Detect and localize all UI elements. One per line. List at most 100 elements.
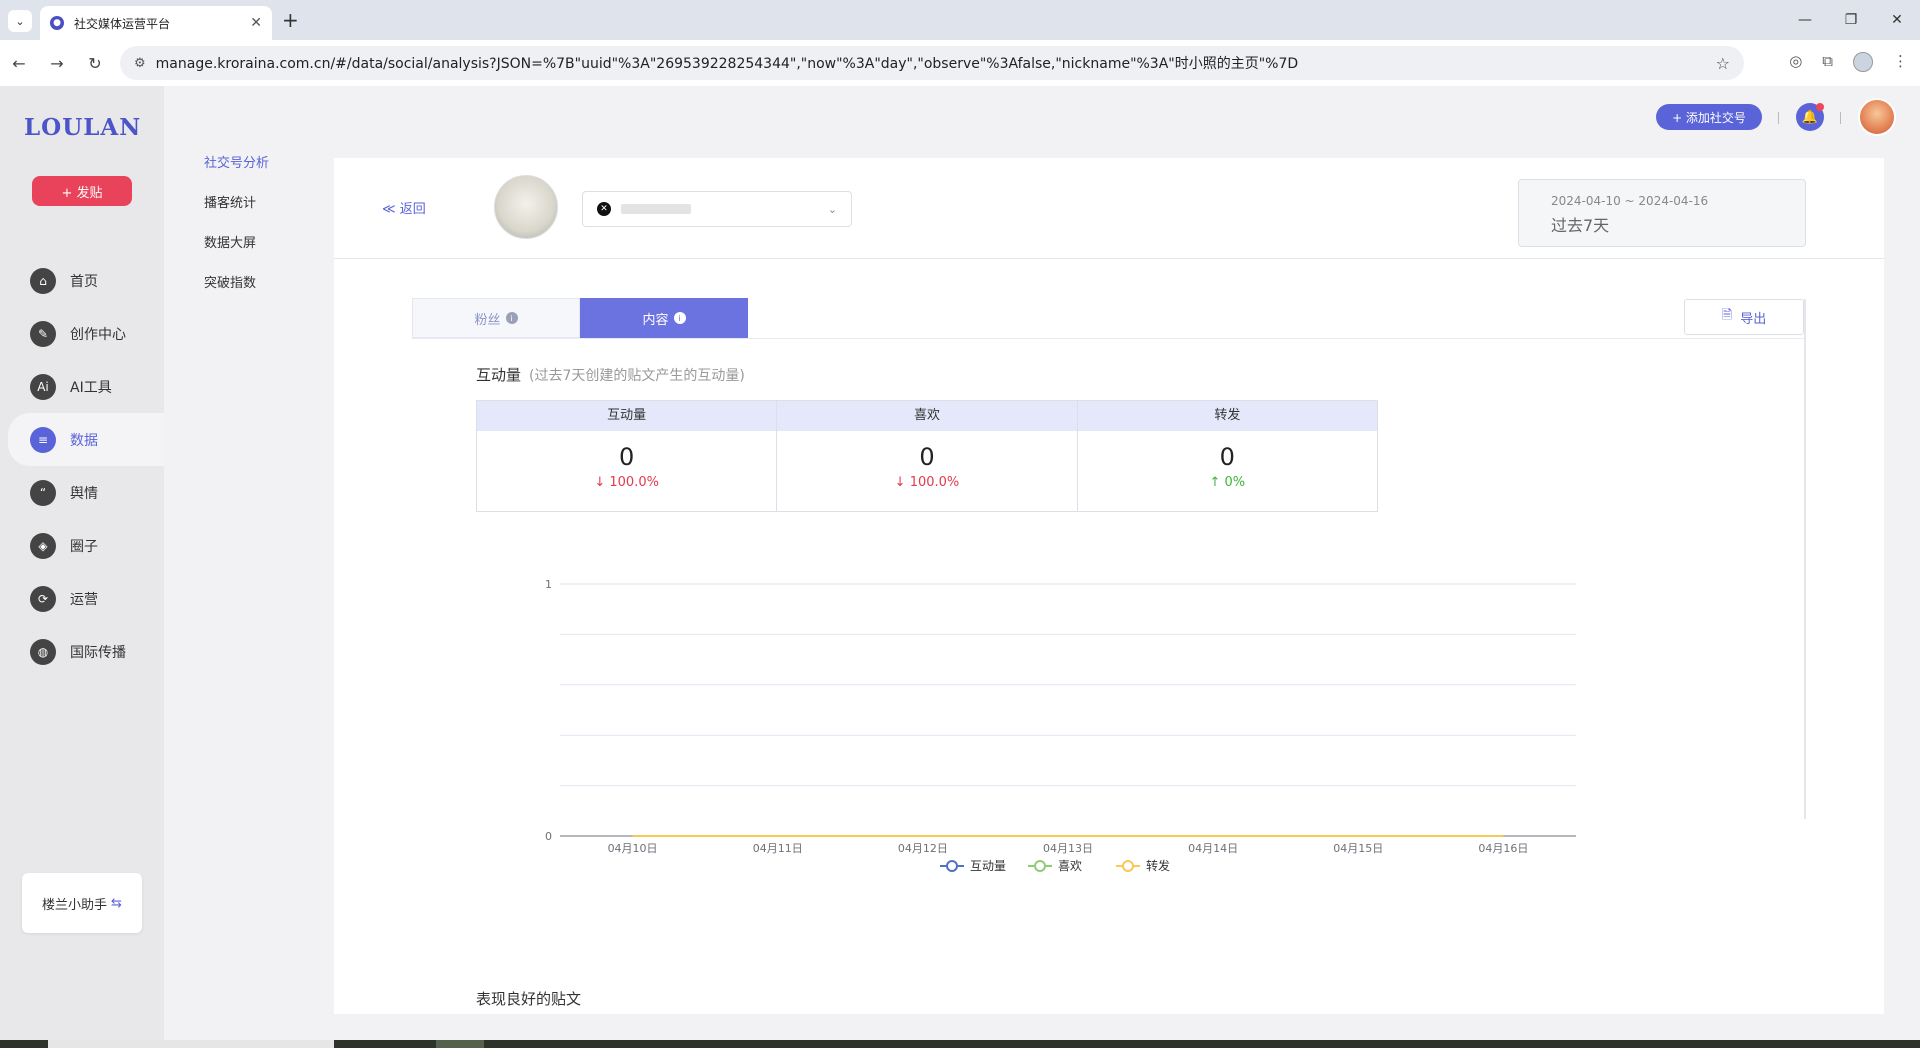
x-tick-label: 04月12日 [898, 842, 948, 855]
legend-label: 转发 [1146, 858, 1170, 872]
database-icon: ≡ [30, 426, 56, 453]
top-posts-title: 表现良好的贴文 [476, 990, 582, 1008]
y-tick-label: 1 [545, 578, 552, 591]
nav-item-creation[interactable]: ✎ 创作中心 [8, 307, 164, 360]
site-info-icon[interactable]: ⚙ [134, 56, 146, 71]
back-arrow-icon[interactable]: ← [0, 54, 38, 73]
subnav-podcast-stats[interactable]: 播客统计 [204, 192, 256, 211]
bell-icon[interactable]: 🔔 [1796, 103, 1824, 131]
cycle-icon: ⟳ [30, 585, 56, 612]
globe-icon: ◍ [30, 638, 56, 665]
nav-label: 舆情 [70, 485, 98, 502]
legend-marker [1122, 860, 1134, 872]
restore-icon[interactable]: ❐ [1828, 0, 1874, 40]
profile-avatar[interactable] [1853, 52, 1873, 72]
nav-item-sentiment[interactable]: “ 舆情 [8, 466, 164, 519]
y-tick-label: 0 [545, 830, 552, 843]
browser-tab[interactable]: ● 社交媒体运营平台 ✕ [40, 6, 272, 40]
nav-item-circle[interactable]: ◈ 圈子 [8, 519, 164, 572]
legend-marker [946, 860, 958, 872]
document-icon: 🗎 [1721, 308, 1733, 323]
export-button[interactable]: 🗎 导出 [1684, 299, 1804, 335]
minimize-icon[interactable]: — [1782, 0, 1828, 40]
metric-header: 喜欢 [777, 401, 1077, 431]
metric-change-text: 0% [1224, 475, 1246, 490]
nav-label: AI工具 [70, 379, 112, 396]
metric-value: 0 [619, 443, 635, 471]
address-bar[interactable]: ⚙ manage.kroraina.com.cn/#/data/social/a… [120, 46, 1744, 80]
menu-kebab-icon[interactable]: ⋮ [1893, 52, 1908, 72]
subnav-breakthrough-index[interactable]: 突破指数 [204, 272, 256, 291]
date-range-picker[interactable]: 2024-04-10 ~ 2024-04-16 过去7天 [1518, 179, 1806, 247]
subnav-data-screen[interactable]: 数据大屏 [204, 232, 256, 251]
metric-likes: 喜欢 0 ↓ 100.0% [777, 401, 1078, 511]
metric-header: 转发 [1077, 401, 1377, 431]
close-tab-icon[interactable]: ✕ [250, 15, 262, 31]
compass-icon: ◈ [30, 532, 56, 559]
new-tab-icon[interactable]: + [282, 8, 299, 32]
post-button[interactable]: + 发贴 [32, 176, 132, 206]
url-text[interactable]: manage.kroraina.com.cn/#/data/social/ana… [156, 53, 1299, 73]
nav-item-home[interactable]: ⌂ 首页 [8, 254, 164, 307]
nav-label: 数据 [70, 432, 98, 449]
interaction-line-chart[interactable]: 1 0 04月10日 04月11日 04月12日 04月13日 04月14日 04月15日 04… [516, 542, 1746, 872]
nav-label: 运营 [70, 591, 98, 608]
window-close-icon[interactable]: ✕ [1874, 0, 1920, 40]
taskbar-item[interactable] [436, 1040, 484, 1048]
palette-icon: ✎ [30, 320, 56, 347]
metric-subtitle: (过去7天创建的贴文产生的互动量) [529, 368, 745, 384]
nav-item-ai-tools[interactable]: Ai AI工具 [8, 360, 164, 413]
nav-item-data[interactable]: ≡ 数据 [8, 413, 164, 466]
metric-change-text: 100.0% [609, 475, 659, 490]
extension-record-icon[interactable]: ◎ [1789, 52, 1802, 72]
tab-content[interactable]: 内容 i [580, 298, 748, 338]
assistant-button[interactable]: 楼兰小助手 ⇆ [22, 873, 142, 933]
metric-title-text: 互动量 [476, 366, 522, 384]
nav-label: 国际传播 [70, 644, 126, 661]
add-social-button[interactable]: + 添加社交号 [1656, 104, 1762, 130]
tab-fans[interactable]: 粉丝 i [412, 298, 580, 338]
subnav-social-analysis[interactable]: 社交号分析 [204, 152, 269, 171]
chevron-down-icon: ⌄ [827, 202, 837, 216]
x-tick-label: 04月10日 [608, 842, 658, 855]
forward-arrow-icon[interactable]: → [38, 54, 76, 73]
metric-title: 互动量 (过去7天创建的贴文产生的互动量) [476, 364, 745, 385]
scroll-divider [1804, 299, 1806, 819]
tab-divider [412, 338, 1804, 339]
export-label: 导出 [1740, 311, 1767, 327]
metric-change: ↓ 100.0% [777, 475, 1076, 490]
tab-label: 内容 [642, 312, 669, 328]
date-period-label: 过去7天 [1551, 216, 1610, 235]
account-header: ≪ 返回 ✕ ⌄ 2024-04-10 ~ 2024-04-16 过去7天 [334, 158, 1884, 259]
legend-label: 互动量 [970, 859, 1006, 872]
nav-item-international[interactable]: ◍ 国际传播 [8, 625, 164, 678]
info-icon: i [673, 312, 686, 324]
x-tick-label: 04月11日 [753, 842, 803, 855]
metric-table: 互动量 0 ↓ 100.0% 喜欢 0 ↓ 100.0% 转发 0 ↑ 0% [476, 400, 1378, 512]
metric-value: 0 [1219, 443, 1235, 471]
main-nav: ⌂ 首页 ✎ 创作中心 Ai AI工具 ≡ 数据 “ 舆情 ◈ 圈子 ⟳ 运营 ◍ 国际传播 [8, 254, 164, 678]
tab-strip: ⌄ ● 社交媒体运营平台 ✕ + — ❐ ✕ [0, 0, 1920, 40]
metric-value: 0 [919, 443, 935, 471]
notification-dot [1816, 103, 1824, 111]
metric-reposts: 转发 0 ↑ 0% [1077, 401, 1377, 511]
metric-change: ↓ 100.0% [477, 475, 776, 490]
back-link[interactable]: ≪ 返回 [382, 198, 426, 217]
extensions-puzzle-icon[interactable]: ⧉ [1822, 52, 1833, 72]
info-icon: i [505, 312, 518, 324]
nav-item-operations[interactable]: ⟳ 运营 [8, 572, 164, 625]
x-tick-label: 04月14日 [1188, 842, 1238, 855]
reload-icon[interactable]: ↻ [76, 54, 114, 73]
account-select[interactable]: ✕ ⌄ [582, 191, 852, 227]
favicon-icon: ● [50, 16, 64, 30]
taskbar-item[interactable] [48, 1040, 334, 1048]
bookmark-star-icon[interactable]: ☆ [1716, 54, 1730, 73]
logo[interactable]: LOULAN [24, 114, 141, 141]
user-avatar[interactable] [1858, 98, 1896, 136]
x-platform-icon: ✕ [597, 202, 611, 216]
tab-list-button[interactable]: ⌄ [8, 10, 32, 32]
window-controls: — ❐ ✕ [1782, 0, 1920, 40]
account-name-redacted [621, 204, 691, 214]
arrow-down-icon: ↓ [594, 475, 606, 490]
date-range-text: 2024-04-10 ~ 2024-04-16 [1551, 194, 1709, 208]
